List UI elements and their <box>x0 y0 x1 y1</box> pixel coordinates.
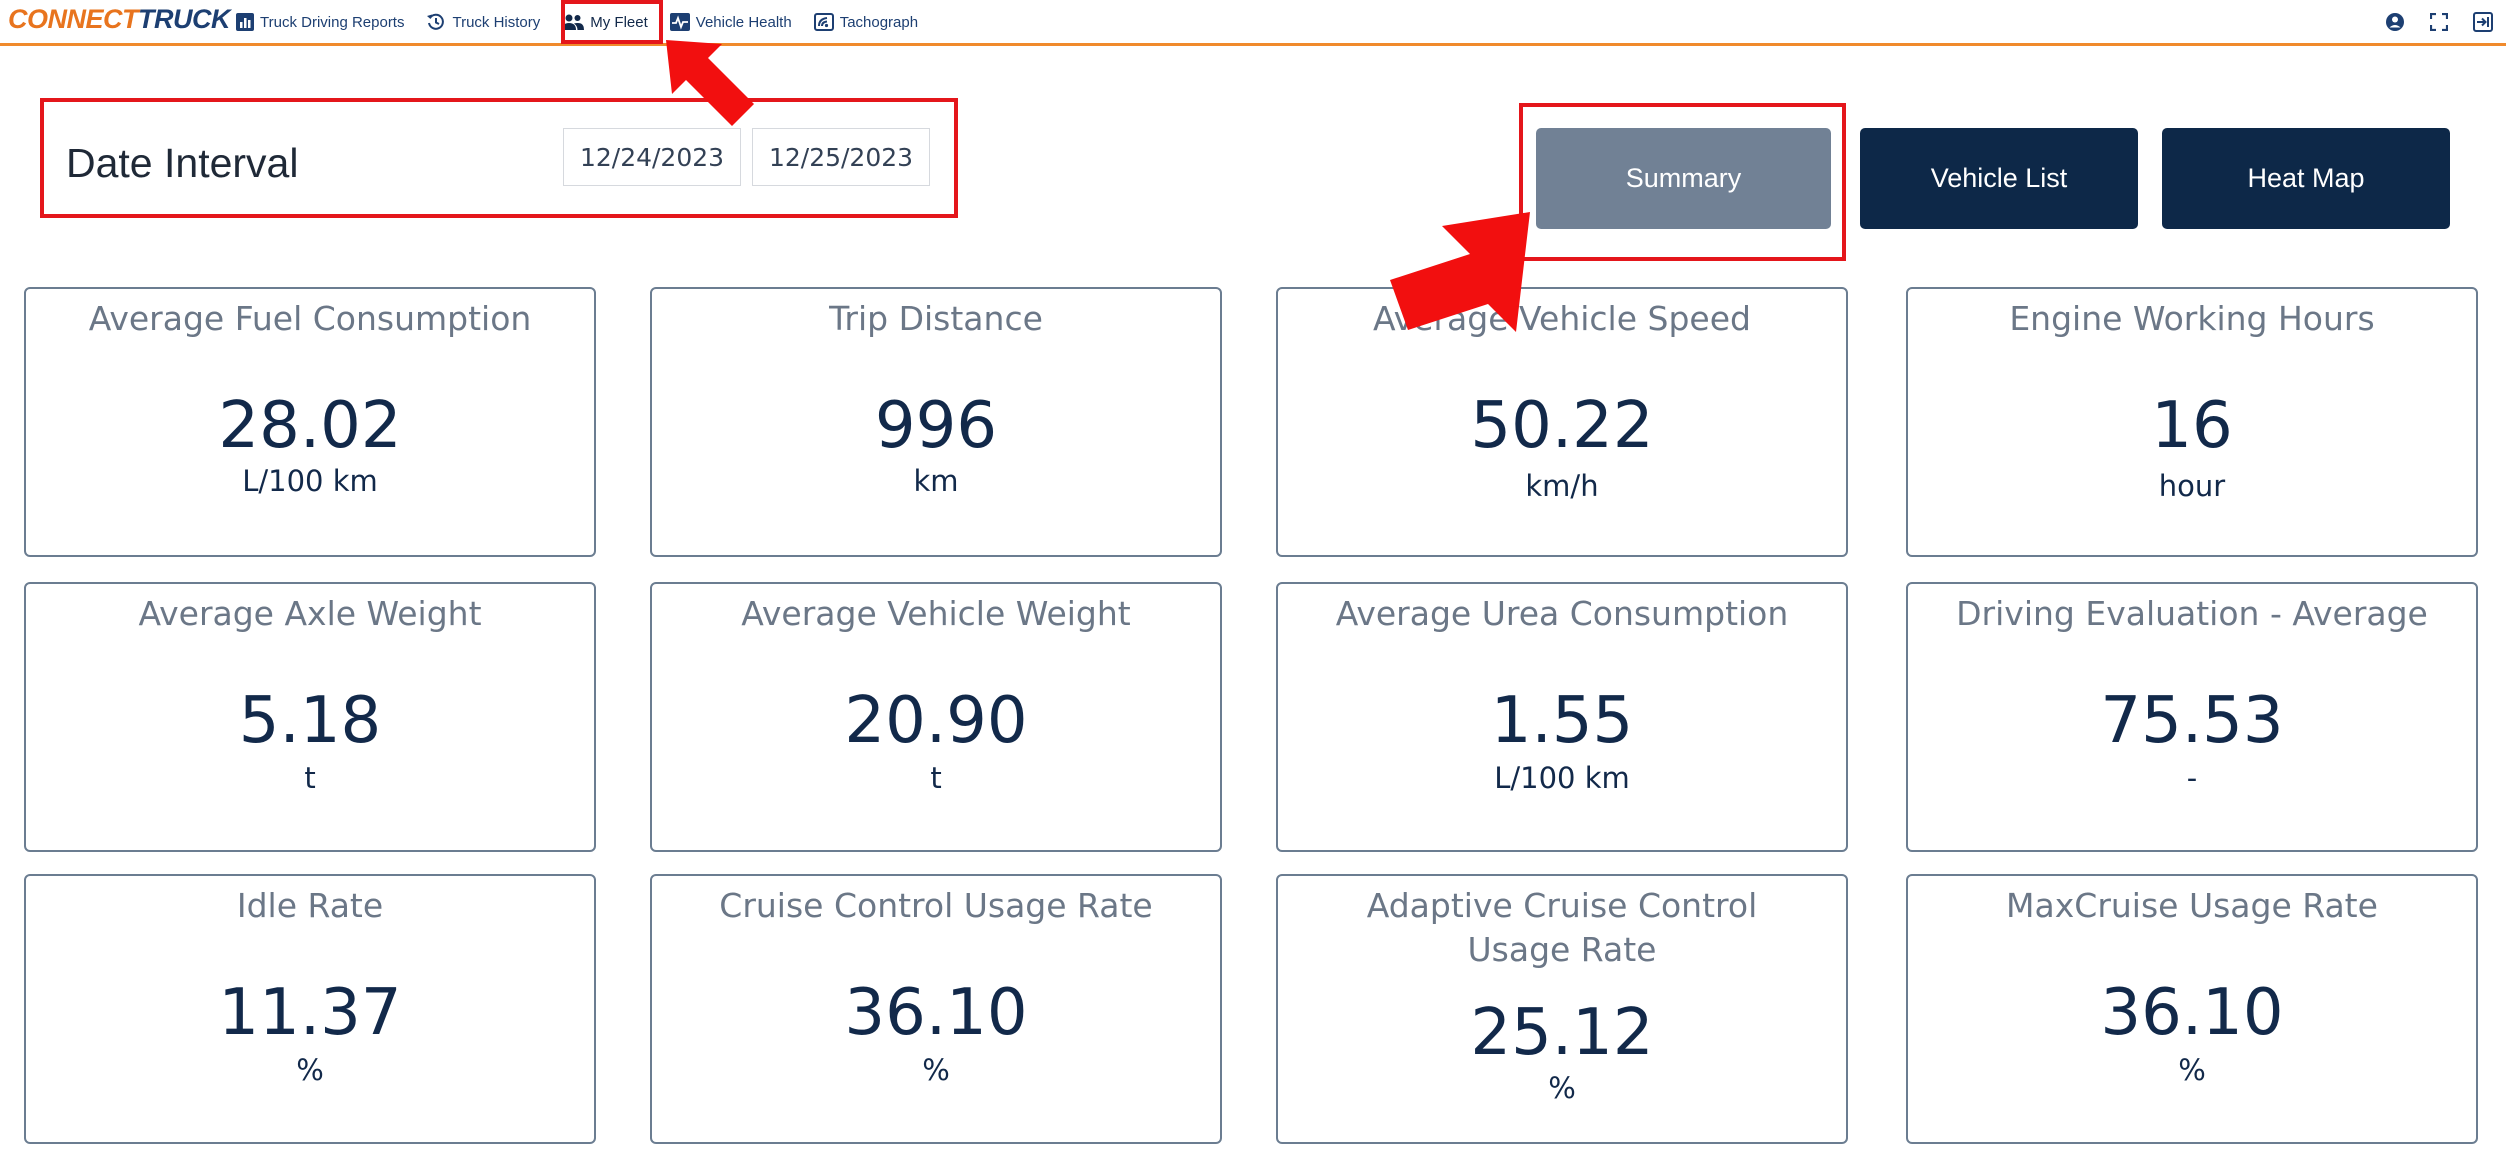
summary-button[interactable]: Summary <box>1536 128 1831 229</box>
metric-card-average-urea-consumption: Average Urea Consumption 1.55 L/100 km <box>1276 582 1848 852</box>
metric-value: 28.02 <box>218 389 402 463</box>
metric-title: Adaptive Cruise Control Usage Rate <box>1366 886 1758 969</box>
nav-tachograph-label: Tachograph <box>839 13 919 31</box>
metric-unit: t <box>304 761 316 795</box>
metric-card-average-fuel-consumption: Average Fuel Consumption 28.02 L/100 km <box>24 287 596 557</box>
start-date-input[interactable] <box>563 128 741 186</box>
metric-title: Trip Distance <box>829 299 1043 338</box>
metric-unit: hour <box>2158 469 2226 503</box>
date-interval-label: Date Interval <box>66 140 299 186</box>
metric-unit: km/h <box>1525 469 1599 503</box>
metric-value: 16 <box>2151 389 2233 463</box>
heartbeat-icon <box>669 13 690 31</box>
metric-title: Engine Working Hours <box>2009 299 2375 338</box>
metric-title: Average Urea Consumption <box>1335 594 1789 633</box>
metric-title: MaxCruise Usage Rate <box>2006 886 2378 925</box>
metric-value: 1.55 <box>1490 684 1634 758</box>
metric-unit: % <box>922 1053 950 1087</box>
top-navigation-bar: CONNECTTRUCK Truck Driving Reports Truck… <box>0 0 2506 46</box>
metric-title: Average Vehicle Speed <box>1373 299 1751 338</box>
metric-unit: L/100 km <box>1494 761 1630 795</box>
metric-card-engine-working-hours: Engine Working Hours 16 hour <box>1906 287 2478 557</box>
metric-title: Driving Evaluation - Average <box>1956 594 2428 633</box>
nav-tachograph[interactable]: Tachograph <box>813 8 919 36</box>
nav-truck-history-label: Truck History <box>452 13 541 31</box>
logout-icon[interactable] <box>2472 11 2494 33</box>
nav-my-fleet-label: My Fleet <box>590 13 648 31</box>
metric-title: Average Axle Weight <box>138 594 482 633</box>
metric-card-driving-evaluation-average: Driving Evaluation - Average 75.53 - <box>1906 582 2478 852</box>
metric-value: 20.90 <box>844 684 1028 758</box>
tachograph-icon <box>813 13 834 31</box>
metric-card-average-vehicle-weight: Average Vehicle Weight 20.90 t <box>650 582 1222 852</box>
user-icon[interactable] <box>2384 11 2406 33</box>
metric-unit: % <box>296 1053 324 1087</box>
arrow-to-my-fleet-icon <box>666 40 754 126</box>
fullscreen-icon[interactable] <box>2428 11 2450 33</box>
metric-card-trip-distance: Trip Distance 996 km <box>650 287 1222 557</box>
nav-truck-history[interactable]: Truck History <box>426 8 540 36</box>
metric-value: 50.22 <box>1470 389 1654 463</box>
users-icon <box>562 14 585 30</box>
metric-value: 996 <box>874 389 998 463</box>
metric-value: 25.12 <box>1470 996 1654 1070</box>
metric-value: 36.10 <box>2100 976 2284 1050</box>
metric-unit: - <box>2186 761 2198 795</box>
brand-logo[interactable]: CONNECTTRUCK <box>8 4 231 35</box>
nav-truck-driving-reports[interactable]: Truck Driving Reports <box>236 8 404 36</box>
metric-unit: km <box>913 464 959 498</box>
metric-unit: t <box>930 761 942 795</box>
metric-title: Average Vehicle Weight <box>741 594 1131 633</box>
heat-map-button[interactable]: Heat Map <box>2162 128 2450 229</box>
nav-truck-driving-reports-label: Truck Driving Reports <box>260 13 405 31</box>
main-nav: Truck Driving Reports Truck History My F… <box>236 8 940 36</box>
metric-card-adaptive-cruise-control-usage-rate: Adaptive Cruise Control Usage Rate 25.12… <box>1276 874 1848 1144</box>
metric-unit: L/100 km <box>242 464 378 498</box>
metric-value: 11.37 <box>218 976 402 1050</box>
vehicle-list-button[interactable]: Vehicle List <box>1860 128 2138 229</box>
metric-unit: % <box>2178 1053 2206 1087</box>
metric-title: Idle Rate <box>236 886 384 925</box>
metric-unit: % <box>1548 1071 1576 1105</box>
brand-logo-part2: TRUCK <box>138 4 231 34</box>
nav-vehicle-health[interactable]: Vehicle Health <box>669 8 792 36</box>
metric-value: 36.10 <box>844 976 1028 1050</box>
metric-card-average-axle-weight: Average Axle Weight 5.18 t <box>24 582 596 852</box>
metric-title: Average Fuel Consumption <box>88 299 532 338</box>
brand-logo-part1: CONNECT <box>8 4 139 34</box>
metric-title: Cruise Control Usage Rate <box>719 886 1153 925</box>
end-date-input[interactable] <box>752 128 930 186</box>
metric-card-idle-rate: Idle Rate 11.37 % <box>24 874 596 1144</box>
metric-card-cruise-control-usage-rate: Cruise Control Usage Rate 36.10 % <box>650 874 1222 1144</box>
nav-vehicle-health-label: Vehicle Health <box>695 13 792 31</box>
history-icon <box>427 13 445 30</box>
metric-card-average-vehicle-speed: Average Vehicle Speed 50.22 km/h <box>1276 287 1848 557</box>
metric-value: 5.18 <box>238 684 382 758</box>
metric-value: 75.53 <box>2100 684 2284 758</box>
top-right-icons <box>2362 11 2494 33</box>
bar-chart-icon <box>236 13 254 31</box>
nav-my-fleet[interactable]: My Fleet <box>562 8 648 36</box>
metric-card-maxcruise-usage-rate: MaxCruise Usage Rate 36.10 % <box>1906 874 2478 1144</box>
